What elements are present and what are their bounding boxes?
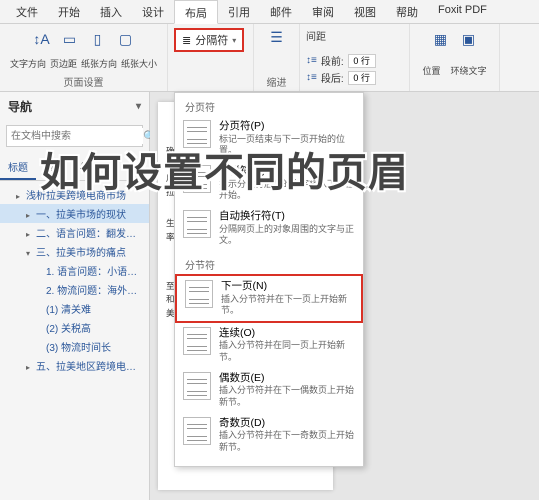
- menu-item-title: 分页符(P): [219, 120, 355, 133]
- nav-tabs: 标题 页面 结果: [0, 155, 149, 181]
- chevron-down-icon[interactable]: ▾: [136, 101, 141, 112]
- break-preview-icon: [183, 417, 211, 445]
- outline-item[interactable]: ▸五、拉美地区跨境电商行业: [0, 356, 149, 375]
- breaks-group: ≣ 分隔符 ▾: [168, 24, 254, 91]
- ribbon-tabs: 文件 开始 插入 设计 布局 引用 邮件 审阅 视图 帮助 Foxit PDF: [0, 0, 539, 24]
- menu-item[interactable]: 分页符(P)标记一页结束与下一页开始的位置。: [175, 116, 363, 161]
- nav-tab-headings[interactable]: 标题: [0, 155, 36, 180]
- indent-icon[interactable]: ☰: [266, 26, 288, 48]
- navigation-pane: 导航 ▾ 🔍 标题 页面 结果 ▸浅析拉美跨境电商市场▸一、拉美市场的现状▸二、…: [0, 92, 150, 500]
- text-direction-icon[interactable]: ↕A: [31, 28, 53, 50]
- orientation-label: 纸张方向: [81, 57, 117, 70]
- main-area: 导航 ▾ 🔍 标题 页面 结果 ▸浅析拉美跨境电商市场▸一、拉美市场的现状▸二、…: [0, 92, 539, 500]
- tab-view[interactable]: 视图: [344, 0, 386, 23]
- spacing-after-input[interactable]: [348, 71, 376, 85]
- break-preview-icon: [183, 120, 211, 148]
- indent-label: 缩进: [267, 74, 287, 89]
- spacing-after-label: 段后:: [321, 70, 344, 85]
- nav-title: 导航: [8, 98, 32, 115]
- tab-mailings[interactable]: 邮件: [260, 0, 302, 23]
- break-preview-icon: [183, 165, 211, 193]
- spacing-label: 间距: [306, 26, 326, 45]
- menu-item[interactable]: 连续(O)插入分节符并在同一页上开始新节。: [175, 323, 363, 368]
- wrap-label: 环绕文字: [451, 64, 487, 77]
- tab-review[interactable]: 审阅: [302, 0, 344, 23]
- tab-foxit[interactable]: Foxit PDF: [428, 0, 497, 23]
- break-preview-icon: [183, 372, 211, 400]
- spacing-before-input[interactable]: [348, 54, 376, 68]
- tab-help[interactable]: 帮助: [386, 0, 428, 23]
- menu-item[interactable]: 分栏符(C)指示分栏符后面的文字将从下一栏开始。: [175, 161, 363, 206]
- menu-item-title: 自动换行符(T): [219, 210, 355, 223]
- menu-item[interactable]: 偶数页(E)插入分节符并在下一偶数页上开始新节。: [175, 368, 363, 413]
- wrap-text-icon[interactable]: ▣: [458, 28, 480, 50]
- menu-item-desc: 插入分节符并在下一页上开始新节。: [221, 294, 353, 317]
- margins-icon[interactable]: ▭: [59, 28, 81, 50]
- tab-references[interactable]: 引用: [218, 0, 260, 23]
- menu-item-title: 偶数页(E): [219, 372, 355, 385]
- breaks-dropdown-menu: 分页符分页符(P)标记一页结束与下一页开始的位置。分栏符(C)指示分栏符后面的文…: [174, 92, 364, 467]
- nav-tab-pages[interactable]: 页面: [36, 155, 72, 180]
- breaks-button-label: 分隔符: [195, 32, 228, 48]
- outline-item[interactable]: 1. 语言问题：小语种不能...: [0, 261, 149, 280]
- menu-section-header: 分节符: [175, 251, 363, 274]
- tab-layout[interactable]: 布局: [174, 0, 218, 24]
- outline-item[interactable]: ▸二、语言问题：翻发几乎无法阻挡: [0, 223, 149, 242]
- break-preview-icon: [183, 210, 211, 238]
- orientation-icon[interactable]: ▯: [87, 28, 109, 50]
- tab-home[interactable]: 开始: [48, 0, 90, 23]
- tab-design[interactable]: 设计: [132, 0, 174, 23]
- margins-label: 页边距: [50, 57, 77, 70]
- nav-tab-results[interactable]: 结果: [72, 155, 108, 180]
- menu-item-desc: 标记一页结束与下一页开始的位置。: [219, 134, 355, 157]
- menu-item[interactable]: 自动换行符(T)分隔网页上的对象周围的文字与正文。: [175, 206, 363, 251]
- outline-item[interactable]: 2. 物流问题：海外仓是必...: [0, 280, 149, 299]
- nav-search-box[interactable]: 🔍: [6, 125, 143, 147]
- spacing-group: 间距 ↕≡段前: ↕≡段后:: [300, 24, 410, 91]
- break-preview-icon: [185, 280, 213, 308]
- breaks-dropdown[interactable]: ≣ 分隔符 ▾: [174, 28, 244, 52]
- size-icon[interactable]: ▢: [115, 28, 137, 50]
- menu-item-desc: 插入分节符并在下一偶数页上开始新节。: [219, 385, 355, 408]
- text-direction-label: 文字方向: [10, 57, 46, 70]
- breaks-icon: ≣: [182, 34, 191, 47]
- menu-item[interactable]: 奇数页(D)插入分节符并在下一奇数页上开始新节。: [175, 413, 363, 458]
- nav-title-bar: 导航 ▾: [0, 92, 149, 121]
- outline-item[interactable]: ▸浅析拉美跨境电商市场: [0, 185, 149, 204]
- tab-file[interactable]: 文件: [6, 0, 48, 23]
- search-input[interactable]: [11, 128, 143, 144]
- menu-item-desc: 插入分节符并在下一奇数页上开始新节。: [219, 430, 355, 453]
- outline-item[interactable]: (2) 关税高: [0, 318, 149, 337]
- position-label: 位置: [422, 64, 440, 77]
- ribbon-body: ↕A ▭ ▯ ▢ 文字方向 页边距 纸张方向 纸张大小 页面设置 ≣ 分隔符 ▾…: [0, 24, 539, 92]
- menu-item-title: 分栏符(C): [219, 165, 355, 178]
- page-setup-group-label: 页面设置: [64, 74, 104, 89]
- menu-item-title: 奇数页(D): [219, 417, 355, 430]
- size-label: 纸张大小: [121, 57, 157, 70]
- menu-item-title: 下一页(N): [221, 280, 353, 293]
- outline-item[interactable]: (3) 物流时间长: [0, 337, 149, 356]
- arrange-group: ▦ ▣ 位置 环绕文字: [410, 24, 500, 91]
- menu-item[interactable]: 下一页(N)插入分节符并在下一页上开始新节。: [175, 274, 363, 323]
- menu-item-title: 连续(O): [219, 327, 355, 340]
- indent-group: ☰ 缩进: [254, 24, 300, 91]
- outline-item[interactable]: ▾三、拉美市场的痛点: [0, 242, 149, 261]
- page-setup-group: ↕A ▭ ▯ ▢ 文字方向 页边距 纸张方向 纸张大小 页面设置: [0, 24, 168, 91]
- outline-item[interactable]: (1) 清关难: [0, 299, 149, 318]
- position-icon[interactable]: ▦: [430, 28, 452, 50]
- tab-insert[interactable]: 插入: [90, 0, 132, 23]
- menu-item-desc: 指示分栏符后面的文字将从下一栏开始。: [219, 179, 355, 202]
- menu-section-header: 分页符: [175, 93, 363, 116]
- break-preview-icon: [183, 327, 211, 355]
- menu-item-desc: 插入分节符并在同一页上开始新节。: [219, 340, 355, 363]
- spacing-before-label: 段前:: [321, 53, 344, 68]
- chevron-down-icon: ▾: [232, 36, 236, 45]
- outline-tree: ▸浅析拉美跨境电商市场▸一、拉美市场的现状▸二、语言问题：翻发几乎无法阻挡▾三、…: [0, 181, 149, 500]
- outline-item[interactable]: ▸一、拉美市场的现状: [0, 204, 149, 223]
- menu-item-desc: 分隔网页上的对象周围的文字与正文。: [219, 224, 355, 247]
